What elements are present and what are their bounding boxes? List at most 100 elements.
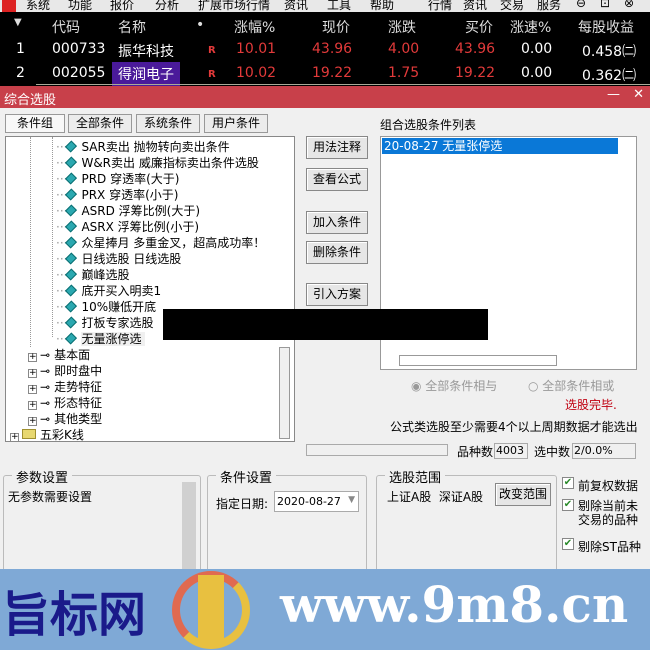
tree-guide: [52, 137, 53, 337]
menu-item[interactable]: 功能: [68, 0, 92, 12]
note-text: 公式类选股至少需要4个以上周期数据才能选出: [390, 420, 638, 434]
key-icon: ⊸: [40, 348, 51, 362]
tree-item[interactable]: ··· 无量涨停选: [56, 331, 146, 347]
column-header[interactable]: 现价: [322, 17, 350, 37]
list-item[interactable]: 20-08-27 无量张停选: [382, 138, 618, 154]
import-scheme-button[interactable]: 引入方案: [306, 283, 368, 306]
tree-group[interactable]: + ⊸ 形态特征: [28, 395, 102, 411]
menu-item[interactable]: 分析: [155, 0, 179, 12]
maximize-icon[interactable]: ⊡: [600, 0, 610, 10]
column-header[interactable]: 代码: [52, 17, 80, 37]
logo-figure: [198, 575, 224, 643]
column-header[interactable]: 涨速%: [510, 17, 551, 37]
table-row[interactable]: 1 000733 振华科技 R 10.01 43.96 4.00 43.96 0…: [0, 38, 650, 62]
tree-item[interactable]: ··· W&R卖出 威廉指标卖出条件选股: [56, 155, 263, 171]
tab-trade[interactable]: 交易: [500, 0, 524, 12]
tab-quotes[interactable]: 行情: [428, 0, 452, 12]
tree-group[interactable]: + ⊸ 其他类型: [28, 411, 102, 427]
close-icon[interactable]: ⊗: [624, 0, 634, 10]
menu-item[interactable]: 报价: [110, 0, 134, 12]
flag: R: [208, 69, 216, 80]
tab-condition-group[interactable]: 条件组: [5, 114, 65, 133]
tab-user-conditions[interactable]: 用户条件: [204, 114, 268, 133]
watermark-banner: 旨标网 www.9m8.cn: [0, 569, 650, 650]
tree-item-label: ASRD 浮筹比例(大于): [81, 204, 201, 218]
scrollbar[interactable]: [279, 347, 290, 439]
column-header[interactable]: 名称: [118, 17, 146, 37]
radio-or[interactable]: ○ 全部条件相或: [528, 377, 614, 394]
horizontal-scrollbar[interactable]: [399, 355, 557, 366]
delete-condition-button[interactable]: 删除条件: [306, 241, 368, 264]
minimize-icon[interactable]: ⊖: [576, 0, 586, 10]
column-header[interactable]: 涨跌: [388, 17, 416, 37]
checkbox-fq[interactable]: ✔ 前复权数据: [562, 477, 647, 494]
tab-news[interactable]: 资讯: [463, 0, 487, 12]
checkbox-label: 剔除当前未交易的品种: [578, 499, 639, 527]
expand-icon[interactable]: +: [28, 417, 37, 426]
radio-and[interactable]: ◉ 全部条件相与: [411, 377, 497, 394]
expand-icon[interactable]: +: [10, 433, 19, 441]
tree-guide: [30, 137, 31, 347]
eps: 0.458㈡: [582, 44, 637, 60]
chevron-down-icon[interactable]: ▼: [348, 495, 355, 505]
minimize-icon[interactable]: —: [607, 87, 620, 102]
status-text: 选股完毕.: [565, 398, 617, 412]
tree-group-label: 走势特征: [54, 380, 103, 394]
date-picker[interactable]: 2020-08-27 ▼: [274, 491, 359, 512]
radio-label: 全部条件相或: [542, 379, 615, 393]
price: 19.22: [312, 65, 353, 81]
sort-icon[interactable]: ▼: [14, 17, 22, 28]
radio-label: 全部条件相与: [425, 379, 498, 393]
list-title: 组合选股条件列表: [380, 118, 477, 132]
expand-icon[interactable]: +: [28, 401, 37, 410]
view-formula-button[interactable]: 查看公式: [306, 168, 368, 191]
tree-item[interactable]: ··· ASRD 浮筹比例(大于): [56, 203, 204, 219]
usage-notes-button[interactable]: 用法注释: [306, 136, 368, 159]
tree-item[interactable]: ··· 众星捧月 多重金叉，超高成功率！: [56, 235, 269, 251]
menu-item[interactable]: 工具: [327, 0, 351, 12]
column-header[interactable]: •: [196, 17, 204, 33]
tree-item-label: 无量涨停选: [81, 332, 146, 346]
tree-item[interactable]: ··· ASRX 浮筹比例(小于): [56, 219, 203, 235]
tab-all-conditions[interactable]: 全部条件: [68, 114, 132, 133]
tree-item-label: 底开买入明卖1: [81, 284, 162, 298]
tree-group[interactable]: + ⊸ 即时盘中: [28, 363, 102, 379]
tree-item[interactable]: ··· 巅峰选股: [56, 267, 133, 283]
expand-icon[interactable]: +: [28, 385, 37, 394]
tab-system-conditions[interactable]: 系统条件: [136, 114, 200, 133]
tree-item-label: 众星捧月 多重金叉，超高成功率！: [81, 236, 266, 250]
tree-group[interactable]: + ⊸ 基本面: [28, 347, 90, 363]
add-condition-button[interactable]: 加入条件: [306, 211, 368, 234]
watermark-url: www.9m8.cn: [280, 575, 629, 634]
menu-item[interactable]: 帮助: [370, 0, 394, 12]
tree-item[interactable]: ··· SAR卖出 抛物转向卖出条件: [56, 139, 234, 155]
tree-item[interactable]: ··· 打板专家选股: [56, 315, 157, 331]
menu-item[interactable]: 扩展市场行情: [198, 0, 270, 12]
tree-item-label: 日线选股 日线选股: [81, 252, 182, 266]
tree-item[interactable]: ··· 10%赚低开底: [56, 299, 160, 315]
column-header[interactable]: 每股收益: [578, 17, 634, 37]
column-header[interactable]: 涨幅%: [234, 17, 275, 37]
watermark-text: 旨标网: [2, 587, 147, 643]
tree-item[interactable]: ··· PRD 穿透率(大于): [56, 171, 183, 187]
tree-item[interactable]: ··· PRX 穿透率(小于): [56, 187, 182, 203]
tree-group[interactable]: + ⊸ 走势特征: [28, 379, 102, 395]
tree-item[interactable]: ··· 日线选股 日线选股: [56, 251, 185, 267]
column-header[interactable]: 买价: [465, 17, 493, 37]
scrollbar[interactable]: [182, 482, 196, 576]
bid: 43.96: [455, 41, 496, 57]
table-row[interactable]: 2 002055 得润电子 R 10.02 19.22 1.75 19.22 0…: [0, 62, 650, 86]
condition-tree[interactable]: ··· SAR卖出 抛物转向卖出条件 ··· W&R卖出 威廉指标卖出条件选股 ··· P…: [5, 136, 295, 442]
tree-root[interactable]: + 五彩K线: [10, 427, 84, 441]
menu-item[interactable]: 系统: [26, 0, 50, 12]
tab-service[interactable]: 服务: [537, 0, 561, 12]
expand-icon[interactable]: +: [28, 369, 37, 378]
checkbox-exclude-untraded[interactable]: ✔ 剔除当前未交易的品种: [562, 499, 647, 527]
menu-item[interactable]: 资讯: [284, 0, 308, 12]
tree-item[interactable]: ··· 底开买入明卖1: [56, 283, 165, 299]
change-range-button[interactable]: 改变范围: [495, 483, 551, 506]
close-icon[interactable]: ✕: [633, 87, 644, 102]
expand-icon[interactable]: +: [28, 353, 37, 362]
checkbox-exclude-st[interactable]: ✔ 剔除ST品种: [562, 538, 647, 555]
change-pct: 10.01: [236, 41, 277, 57]
